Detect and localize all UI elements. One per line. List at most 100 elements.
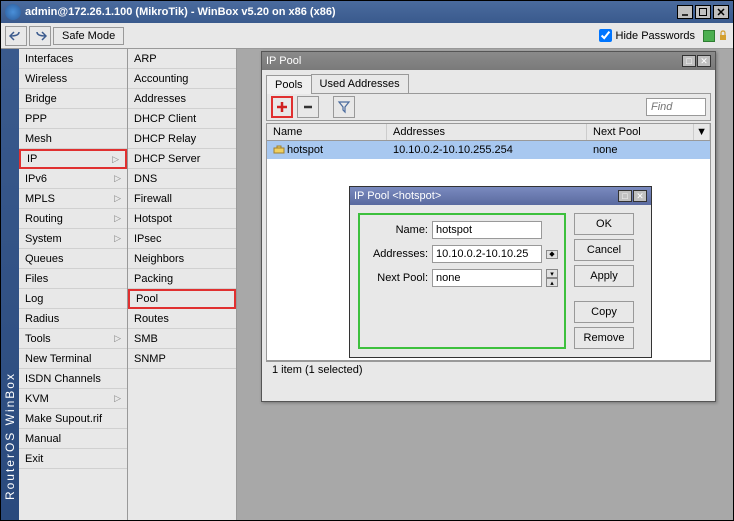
tab-pools[interactable]: Pools [266, 75, 312, 94]
submenu-item-smb[interactable]: SMB [128, 329, 236, 349]
minimize-button[interactable] [677, 5, 693, 19]
submenu-item-dhcp-client[interactable]: DHCP Client [128, 109, 236, 129]
menu-item-isdn-channels[interactable]: ISDN Channels [19, 369, 127, 389]
submenu-item-dhcp-relay[interactable]: DHCP Relay [128, 129, 236, 149]
tab-used-addresses[interactable]: Used Addresses [311, 74, 409, 93]
status-indicators [703, 30, 729, 42]
submenu-item-dns[interactable]: DNS [128, 169, 236, 189]
submenu-item-ipsec[interactable]: IPsec [128, 229, 236, 249]
workspace: IP Pool □ ✕ Pools Used Addresses [237, 49, 733, 520]
table-row[interactable]: hotspot 10.10.0.2-10.10.255.254 none [267, 141, 710, 159]
main-window: admin@172.26.1.100 (MikroTik) - WinBox v… [0, 0, 734, 521]
ip-pool-edit-dialog: IP Pool <hotspot> □ ✕ Name: Addresses: [349, 186, 652, 358]
addresses-input[interactable] [432, 245, 542, 263]
menu-item-system[interactable]: System▷ [19, 229, 127, 249]
menu-item-new-terminal[interactable]: New Terminal [19, 349, 127, 369]
dialog-close-button[interactable]: ✕ [633, 190, 647, 202]
submenu-item-addresses[interactable]: Addresses [128, 89, 236, 109]
add-button[interactable] [271, 96, 293, 118]
app-icon [5, 4, 21, 20]
menu-item-mpls[interactable]: MPLS▷ [19, 189, 127, 209]
chevron-right-icon: ▷ [114, 173, 121, 184]
submenu-item-accounting[interactable]: Accounting [128, 69, 236, 89]
apply-button[interactable]: Apply [574, 265, 634, 287]
addresses-up-button[interactable]: ◆ [546, 250, 558, 259]
menu-item-manual[interactable]: Manual [19, 429, 127, 449]
titlebar: admin@172.26.1.100 (MikroTik) - WinBox v… [1, 1, 733, 23]
chevron-right-icon: ▷ [114, 233, 121, 244]
column-addresses[interactable]: Addresses [387, 124, 587, 140]
safe-mode-button[interactable]: Safe Mode [53, 27, 124, 45]
column-name[interactable]: Name [267, 124, 387, 140]
ok-button[interactable]: OK [574, 213, 634, 235]
sidebar-branding: RouterOS WinBox [1, 49, 19, 520]
column-next-pool[interactable]: Next Pool [587, 124, 694, 140]
menu-item-radius[interactable]: Radius [19, 309, 127, 329]
main-toolbar: Safe Mode Hide Passwords [1, 23, 733, 49]
next-pool-input[interactable] [432, 269, 542, 287]
next-pool-label: Next Pool: [366, 272, 428, 284]
find-input[interactable] [646, 98, 706, 116]
submenu-item-routes[interactable]: Routes [128, 309, 236, 329]
remove-button[interactable] [297, 96, 319, 118]
hide-passwords-checkbox[interactable] [599, 29, 612, 42]
filter-button[interactable] [333, 96, 355, 118]
submenu-item-pool[interactable]: Pool [128, 289, 236, 309]
menu-item-routing[interactable]: Routing▷ [19, 209, 127, 229]
submenu-item-packing[interactable]: Packing [128, 269, 236, 289]
column-menu-button[interactable]: ▼ [694, 124, 710, 140]
addresses-label: Addresses: [366, 248, 428, 260]
menu-item-queues[interactable]: Queues [19, 249, 127, 269]
chevron-right-icon: ▷ [114, 333, 121, 344]
submenu-item-arp[interactable]: ARP [128, 49, 236, 69]
cancel-button[interactable]: Cancel [574, 239, 634, 261]
ip-pool-toolbar [266, 93, 711, 121]
lock-icon [717, 30, 729, 42]
menu-item-kvm[interactable]: KVM▷ [19, 389, 127, 409]
menu-item-ppp[interactable]: PPP [19, 109, 127, 129]
chevron-right-icon: ▷ [114, 213, 121, 224]
menu-item-wireless[interactable]: Wireless [19, 69, 127, 89]
ip-pool-tabs: Pools Used Addresses [262, 70, 715, 93]
ip-pool-titlebar[interactable]: IP Pool □ ✕ [262, 52, 715, 70]
undo-button[interactable] [5, 26, 27, 46]
menu-item-make-supout-rif[interactable]: Make Supout.rif [19, 409, 127, 429]
submenu-item-hotspot[interactable]: Hotspot [128, 209, 236, 229]
close-button[interactable] [713, 5, 729, 19]
ip-pool-close-button[interactable]: ✕ [697, 55, 711, 67]
submenu-item-snmp[interactable]: SNMP [128, 349, 236, 369]
menu-item-mesh[interactable]: Mesh [19, 129, 127, 149]
name-input[interactable] [432, 221, 542, 239]
chevron-right-icon: ▷ [114, 193, 121, 204]
submenu-item-firewall[interactable]: Firewall [128, 189, 236, 209]
menu-item-interfaces[interactable]: Interfaces [19, 49, 127, 69]
menu-item-bridge[interactable]: Bridge [19, 89, 127, 109]
pool-icon [273, 144, 285, 156]
next-pool-dropdown-button[interactable]: ▾ [546, 269, 558, 278]
menu-item-ip[interactable]: IP▷ [19, 149, 127, 169]
submenu-item-dhcp-server[interactable]: DHCP Server [128, 149, 236, 169]
menu-item-exit[interactable]: Exit [19, 449, 127, 469]
hide-passwords-label[interactable]: Hide Passwords [599, 29, 695, 42]
ip-pool-maximize-button[interactable]: □ [682, 55, 696, 67]
chevron-right-icon: ▷ [114, 393, 121, 404]
dialog-maximize-button[interactable]: □ [618, 190, 632, 202]
dialog-fields: Name: Addresses: ◆ Next Pool: [358, 213, 566, 349]
chevron-right-icon: ▷ [112, 154, 119, 165]
remove-pool-button[interactable]: Remove [574, 327, 634, 349]
ip-pool-statusbar: 1 item (1 selected) [266, 361, 711, 379]
submenu-item-neighbors[interactable]: Neighbors [128, 249, 236, 269]
window-title: admin@172.26.1.100 (MikroTik) - WinBox v… [25, 6, 677, 18]
redo-button[interactable] [29, 26, 51, 46]
maximize-button[interactable] [695, 5, 711, 19]
menu-item-log[interactable]: Log [19, 289, 127, 309]
menu-item-tools[interactable]: Tools▷ [19, 329, 127, 349]
menu-item-files[interactable]: Files [19, 269, 127, 289]
copy-button[interactable]: Copy [574, 301, 634, 323]
grid-header: Name Addresses Next Pool ▼ [267, 124, 710, 141]
main-menu: InterfacesWirelessBridgePPPMeshIP▷IPv6▷M… [19, 49, 128, 520]
menu-item-ipv6[interactable]: IPv6▷ [19, 169, 127, 189]
name-label: Name: [366, 224, 428, 236]
dialog-titlebar[interactable]: IP Pool <hotspot> □ ✕ [350, 187, 651, 205]
next-pool-up-button[interactable]: ▴ [546, 278, 558, 287]
